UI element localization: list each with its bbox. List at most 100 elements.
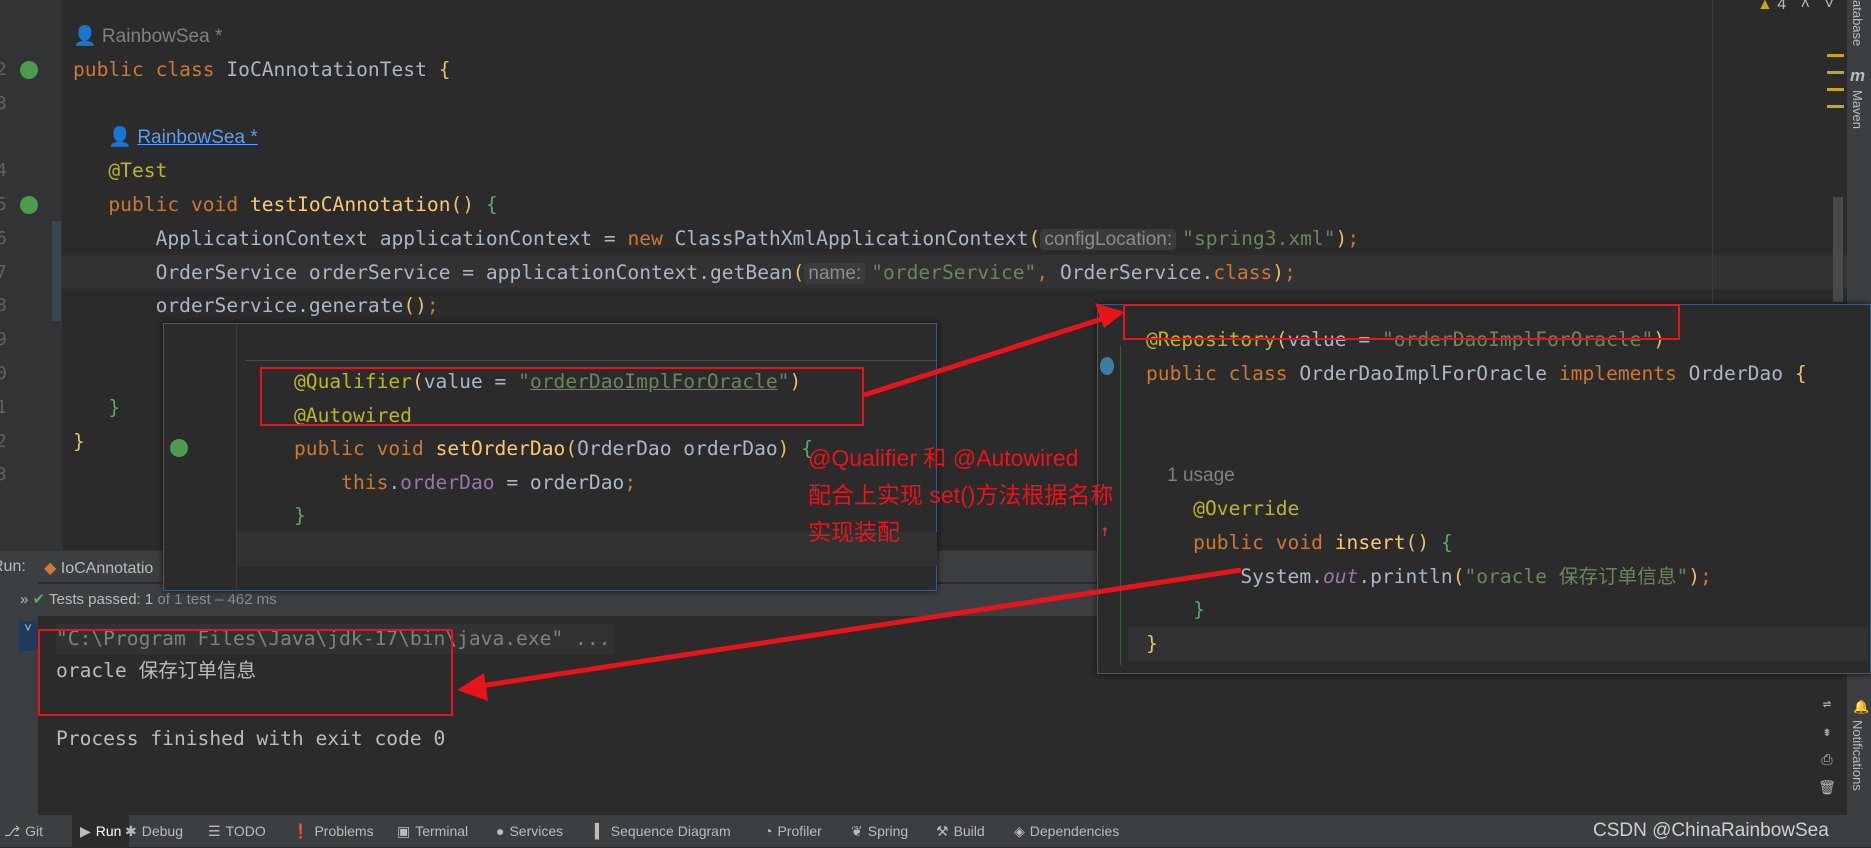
run-tab-label: IoCAnnotatio <box>60 560 154 577</box>
warnings-indicator[interactable]: ▲ 4 ˄ ˅ <box>1757 0 1834 14</box>
tool-window-bar: ⎇ Git ▶ Run ✱ Debug ☰ TODO ❗ Problems ▣ Terminal ● Se… <box>0 815 1871 848</box>
code-token: ClassPathXmlApplicationContext <box>674 226 1029 250</box>
line-number: 3 <box>0 92 7 114</box>
tool-tab-debug[interactable]: ✱ Debug <box>125 823 183 840</box>
code-line: public class IoCAnnotationTest { <box>73 53 451 87</box>
tool-tab-services[interactable]: ● Services <box>496 823 563 839</box>
code-token: ; <box>1284 260 1296 284</box>
spring-icon: ❦ <box>851 823 863 839</box>
code-token: () <box>450 193 486 216</box>
check-icon: ✔ <box>32 591 46 608</box>
run-left-toolbar <box>0 582 38 815</box>
tool-tab-terminal[interactable]: ▣ Terminal <box>397 823 468 840</box>
tests-passed-label: Tests passed: <box>49 591 141 608</box>
maven-tab[interactable]: Maven <box>1850 90 1865 129</box>
tool-tab-sequence-diagram[interactable]: ▍ Sequence Diagram <box>595 823 731 840</box>
editor-scrollbar[interactable] <box>1833 197 1843 302</box>
run-config-tab[interactable]: ◆ IoCAnnotatio <box>44 558 153 578</box>
run-icon: ▶ <box>80 823 91 839</box>
code-token: public void <box>1146 530 1335 554</box>
build-icon: ⚒ <box>936 823 949 839</box>
code-token: @Test <box>73 159 168 183</box>
database-tab[interactable]: atabase <box>1850 0 1865 46</box>
code-token: "orderService" <box>871 260 1037 284</box>
expand-icon[interactable]: » <box>20 591 28 608</box>
code-token: new <box>627 226 675 250</box>
code-token: ) <box>777 437 802 460</box>
code-line: } <box>1146 593 1205 627</box>
parameter-hint: name: <box>804 262 866 284</box>
tool-tab-label: Profiler <box>777 823 822 839</box>
code-token[interactable]: 👤 RainbowSea * <box>108 127 257 148</box>
code-token: OrderService orderService = applicationC… <box>73 260 793 284</box>
tool-tab-git[interactable]: ⎇ Git <box>4 823 43 840</box>
repository-highlight-box <box>1123 304 1680 340</box>
run-test-class-icon[interactable] <box>20 61 38 79</box>
line-number: 7 <box>0 261 7 283</box>
collapse-tree-icon[interactable]: ˅ <box>18 621 38 651</box>
code-token: ) <box>1272 260 1285 284</box>
code-token: 👤 RainbowSea * <box>73 26 223 47</box>
tool-tab-dependencies[interactable]: ◈ Dependencies <box>1014 823 1119 840</box>
annotation-line: 实现装配 <box>808 519 900 545</box>
tool-tab-spring[interactable]: ❦ Spring <box>851 823 908 840</box>
tool-tab-label: TODO <box>225 823 266 839</box>
setter-injection-icon <box>170 439 188 457</box>
annotation-note: @Qualifier 和 @Autowired 配合上实现 set()方法根据名… <box>808 440 1113 551</box>
code-token: OrderDao <box>1688 361 1795 385</box>
author-link[interactable]: RainbowSea * <box>137 127 257 148</box>
notifications-icon: 🔔 <box>1853 700 1870 715</box>
tool-tab-run[interactable]: ▶ Run <box>72 815 130 848</box>
dao-impl-code-popup: ↑ @Repository(value = "orderDaoImplForOr… <box>1097 304 1871 674</box>
terminal-icon: ▣ <box>397 823 411 839</box>
watermark: CSDN @ChinaRainbowSea <box>1593 820 1829 841</box>
code-token: { <box>1440 530 1453 554</box>
tool-tab-label: Spring <box>867 823 909 839</box>
tool-tab-todo[interactable]: ☰ TODO <box>208 823 266 840</box>
code-line: OrderService orderService = applicationC… <box>73 256 1296 290</box>
problems-icon: ❗ <box>292 823 310 839</box>
code-token: ; <box>1700 564 1712 588</box>
code-token: orderDao <box>400 470 495 494</box>
code-token: implements <box>1558 361 1689 385</box>
tool-tab-label: Services <box>509 823 564 839</box>
prev-highlight-icon[interactable]: ˄ <box>1801 0 1810 13</box>
tests-detail: of 1 test – 462 ms <box>157 591 277 608</box>
code-line: public void testIoCAnnotation() { <box>73 188 498 222</box>
tool-tab-build[interactable]: ⚒ Build <box>936 823 985 840</box>
code-token: () <box>403 294 427 318</box>
line-number: 1 <box>0 396 7 418</box>
code-token: ( <box>1452 564 1465 588</box>
code-token: public void <box>294 437 436 460</box>
console-right-toolbar: ⇌ ⇟ ⎙ 🗑 <box>1818 696 1836 796</box>
code-token: "spring3.xml" <box>1182 226 1336 250</box>
error-stripe <box>1827 54 1844 108</box>
code-token: testIoCAnnotation <box>249 193 451 216</box>
code-line: System.out.println("oracle 保存订单信息"); <box>1146 560 1712 594</box>
next-highlight-icon[interactable]: ˅ <box>1824 0 1833 13</box>
code-token: orderService.generate <box>73 294 404 318</box>
run-test-method-icon[interactable] <box>20 196 38 214</box>
test-config-icon: ◆ <box>44 560 57 577</box>
line-number: 5 <box>0 194 7 215</box>
tool-tab-profiler[interactable]: ◔ Profiler <box>764 823 822 839</box>
git-icon: ⎇ <box>4 823 21 839</box>
popup-separator <box>245 360 938 361</box>
code-token: { <box>1794 361 1807 385</box>
code-token: } <box>73 395 121 419</box>
tool-tab-problems[interactable]: ❗ Problems <box>292 823 374 840</box>
code-line: public void setOrderDao(OrderDao orderDa… <box>294 432 813 466</box>
line-number: 2 <box>0 58 7 80</box>
tool-tab-label: Build <box>953 823 985 839</box>
code-line: 1 usage <box>1146 458 1235 492</box>
services-icon: ● <box>496 823 505 839</box>
tool-tab-label: Run <box>95 823 122 839</box>
code-line: } <box>73 391 120 425</box>
warnings-count: 4 <box>1777 0 1787 13</box>
popup-bottom-strip <box>1128 627 1868 661</box>
code-token: ; <box>624 470 637 494</box>
qualifier-highlight-box <box>260 367 864 426</box>
notifications-tab[interactable]: Notifications <box>1850 720 1865 791</box>
code-token: { <box>485 193 498 216</box>
